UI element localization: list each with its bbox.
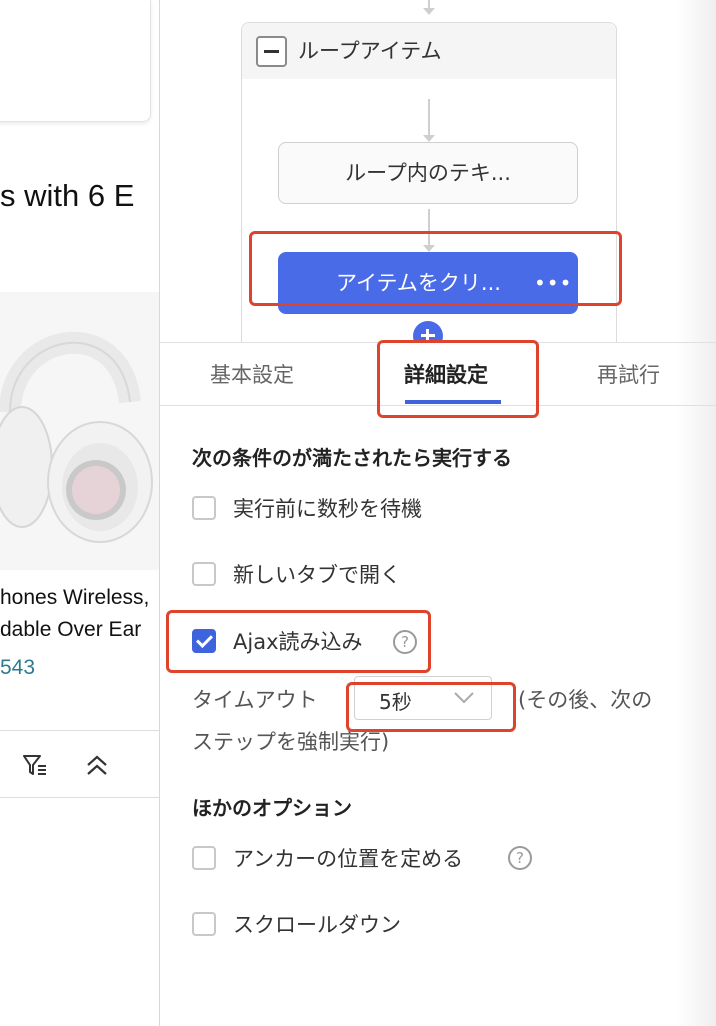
background-page: s with 6 E hones Wireless, dable Over Ea… xyxy=(0,0,160,1026)
timeout-select[interactable]: 5秒 xyxy=(354,676,492,720)
other-options-title: ほかのオプション xyxy=(192,796,352,820)
anchor-label[interactable]: アンカーの位置を定める xyxy=(233,843,463,873)
active-tab-indicator xyxy=(405,400,501,404)
anchor-checkbox[interactable] xyxy=(192,846,216,870)
flow-connector xyxy=(423,209,435,252)
headphones-image xyxy=(0,331,153,543)
more-options-icon[interactable]: ••• xyxy=(534,252,572,314)
open-new-tab-label[interactable]: 新しいタブで開く xyxy=(233,559,401,589)
wait-before-label[interactable]: 実行前に数秒を待機 xyxy=(233,493,422,523)
tab-retry[interactable]: 再試行 xyxy=(597,359,660,389)
step-click-item[interactable]: アイテムをクリ... ••• xyxy=(278,252,578,314)
product-title[interactable]: hones Wireless, dable Over Ear xyxy=(0,582,149,646)
loop-header: ループアイテム xyxy=(242,23,616,79)
open-new-tab-checkbox[interactable] xyxy=(192,562,216,586)
conditions-title: 次の条件のが満たされたら実行する xyxy=(192,446,512,470)
scroll-down-checkbox[interactable] xyxy=(192,912,216,936)
rating-count-link[interactable]: 543 xyxy=(0,656,35,680)
timeout-value: 5秒 xyxy=(379,690,412,714)
scroll-down-label[interactable]: スクロールダウン xyxy=(233,909,401,939)
tab-advanced-settings[interactable]: 詳細設定 xyxy=(404,359,488,389)
timeout-suffix-line2: ステップを強制実行) xyxy=(192,730,390,754)
flow-connector xyxy=(423,99,435,142)
tab-basic-settings[interactable]: 基本設定 xyxy=(210,359,294,389)
timeout-label: タイムアウト xyxy=(192,688,318,712)
chevron-up-icon[interactable] xyxy=(84,753,110,779)
wait-before-checkbox[interactable] xyxy=(192,496,216,520)
timeout-suffix: (その後、次の xyxy=(518,688,653,712)
top-card xyxy=(0,0,151,122)
filter-icon[interactable] xyxy=(22,753,48,779)
product-title-line1: hones Wireless, xyxy=(0,586,150,609)
task-settings-panel: ループアイテム ループ内のテキ... アイテムをクリ... ••• 基本設定 詳… xyxy=(159,0,716,1026)
tab-bar: 基本設定 詳細設定 再試行 xyxy=(160,342,716,406)
collapse-icon[interactable] xyxy=(256,36,287,67)
step-click-item-label: アイテムをクリ... xyxy=(336,271,501,295)
loop-title: ループアイテム xyxy=(298,39,442,63)
step-loop-text[interactable]: ループ内のテキ... xyxy=(278,142,578,204)
chevron-down-icon xyxy=(454,692,474,704)
flow-connector xyxy=(423,0,435,15)
product-title-line2: dable Over Ear xyxy=(0,618,142,641)
product-image[interactable] xyxy=(0,292,160,570)
ajax-load-checkbox[interactable] xyxy=(192,629,216,653)
panel-edge-shadow xyxy=(676,0,716,1026)
help-icon[interactable]: ? xyxy=(393,630,417,654)
help-icon[interactable]: ? xyxy=(508,846,532,870)
ajax-load-label[interactable]: Ajax読み込み xyxy=(233,626,363,656)
product-heading-fragment: s with 6 E xyxy=(0,178,135,213)
